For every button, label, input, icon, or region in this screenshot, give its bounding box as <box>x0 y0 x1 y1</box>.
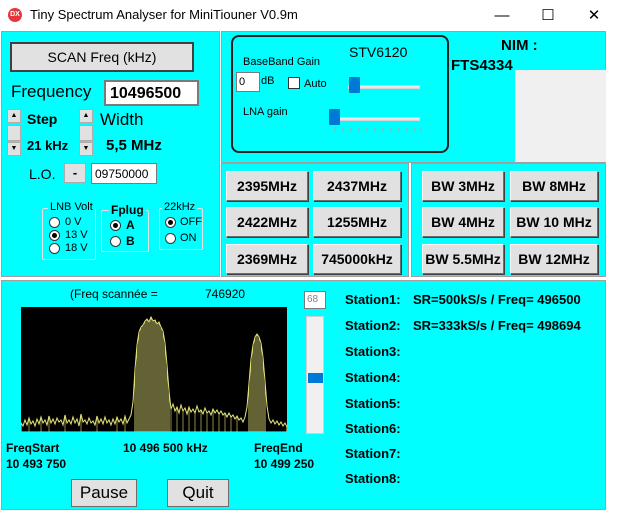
station-2-label: Station2: <box>345 318 401 333</box>
title-bar: DX Tiny Spectrum Analyser for MiniTioune… <box>0 0 619 31</box>
station-3-label: Station3: <box>345 344 401 359</box>
baseband-gain-label: BaseBand Gain <box>243 56 321 68</box>
freq-preset-panel: 2395MHz 2437MHz 2422MHz 1255MHz 2369MHz … <box>221 163 409 277</box>
khz22-off-radio[interactable] <box>165 217 176 228</box>
width-label: Width <box>100 110 144 129</box>
bw-5-5mhz-button[interactable]: BW 5.5MHz <box>422 244 504 274</box>
lnb-13v-radio[interactable] <box>49 230 60 241</box>
station-1-value: SR=500kS/s / Freq= 496500 <box>413 292 581 307</box>
bandwidth-panel: BW 3MHz BW 8MHz BW 4MHz BW 10 MHz BW 5.5… <box>411 163 606 277</box>
preset-745000khz-button[interactable]: 745000kHz <box>313 244 401 274</box>
spectrum-panel: (Freq scannée = 746920 68 FreqStart 10 4… <box>1 280 606 510</box>
khz22-off-label: OFF <box>180 216 202 228</box>
center-freq-value: 10 496 500 kHz <box>123 441 208 455</box>
fplug-a-label: A <box>126 218 135 232</box>
width-middle[interactable] <box>79 125 93 141</box>
bw-4mhz-button[interactable]: BW 4MHz <box>422 207 504 237</box>
bw-12mhz-button[interactable]: BW 12MHz <box>510 244 598 274</box>
bw-10mhz-button[interactable]: BW 10 MHz <box>510 207 598 237</box>
width-value: 5,5 MHz <box>106 137 162 154</box>
lna-slider-track[interactable] <box>334 117 420 121</box>
maximize-button[interactable]: ☐ <box>525 0 571 31</box>
auto-label: Auto <box>304 78 327 90</box>
spectrum-display <box>21 307 287 432</box>
lna-gain-label: LNA gain <box>243 106 288 118</box>
freq-scanned-label: (Freq scannée = <box>70 287 158 301</box>
station-8-label: Station8: <box>345 471 401 486</box>
lnb-13v-label: 13 V <box>65 229 88 241</box>
baseband-slider-thumb[interactable] <box>349 77 360 93</box>
preset-2437mhz-button[interactable]: 2437MHz <box>313 171 401 201</box>
control-panel: SCAN Freq (kHz) Frequency 10496500 ▲ ▼ S… <box>1 31 220 277</box>
pause-button[interactable]: Pause <box>71 479 137 507</box>
nim-model: FTS4334 <box>451 57 513 74</box>
stv-gain-box <box>231 35 449 153</box>
freq-start-value: 10 493 750 <box>6 457 67 471</box>
tuner-panel: STV6120 BaseBand Gain 0 dB Auto LNA gain… <box>221 31 606 163</box>
lo-input[interactable]: 09750000 <box>91 163 157 184</box>
step-down-button[interactable]: ▼ <box>7 142 21 156</box>
step-middle[interactable] <box>7 125 21 141</box>
db-label: dB <box>261 75 275 87</box>
window-title: Tiny Spectrum Analyser for MiniTiouner V… <box>30 7 298 22</box>
lo-sign-button[interactable]: - <box>64 163 86 183</box>
nim-info-area <box>515 70 606 162</box>
khz22-title: 22kHz <box>162 201 198 213</box>
stv-chip-label: STV6120 <box>349 44 408 60</box>
lnb-18v-radio[interactable] <box>49 243 60 254</box>
level-input[interactable]: 68 <box>304 291 326 309</box>
width-up-button[interactable]: ▲ <box>79 109 93 123</box>
lnb-volt-title: LNB Volt <box>48 201 95 213</box>
lna-slider-thumb[interactable] <box>329 109 340 125</box>
step-label: Step <box>27 111 58 127</box>
preset-1255mhz-button[interactable]: 1255MHz <box>313 207 401 237</box>
scan-freq-button[interactable]: SCAN Freq (kHz) <box>10 42 194 72</box>
station-4-label: Station4: <box>345 370 401 385</box>
station-2-value: SR=333kS/s / Freq= 498694 <box>413 318 581 333</box>
fplug-title: Fplug <box>109 203 146 217</box>
freq-start-label: FreqStart <box>6 441 60 455</box>
lnb-0v-radio[interactable] <box>49 217 60 228</box>
lna-slider-ticks <box>334 127 422 132</box>
preset-2395mhz-button[interactable]: 2395MHz <box>226 171 308 201</box>
preset-2422mhz-button[interactable]: 2422MHz <box>226 207 308 237</box>
fplug-a-radio[interactable] <box>110 220 121 231</box>
preset-2369mhz-button[interactable]: 2369MHz <box>226 244 308 274</box>
station-5-label: Station5: <box>345 396 401 411</box>
station-7-label: Station7: <box>345 446 401 461</box>
fplug-b-label: B <box>126 234 135 248</box>
frequency-label: Frequency <box>11 82 92 101</box>
width-down-button[interactable]: ▼ <box>79 142 93 156</box>
freq-end-label: FreqEnd <box>254 441 303 455</box>
nim-label: NIM : <box>501 37 538 54</box>
lnb-18v-label: 18 V <box>65 242 88 254</box>
freq-scanned-value: 746920 <box>205 287 246 301</box>
app-icon: DX <box>8 8 22 22</box>
level-slider-thumb[interactable] <box>308 373 323 383</box>
step-up-button[interactable]: ▲ <box>7 109 21 123</box>
frequency-input[interactable]: 10496500 <box>104 80 199 106</box>
auto-checkbox[interactable] <box>288 77 300 89</box>
station-6-label: Station6: <box>345 421 401 436</box>
baseband-gain-input[interactable]: 0 <box>236 72 260 92</box>
quit-button[interactable]: Quit <box>167 479 229 507</box>
bw-8mhz-button[interactable]: BW 8MHz <box>510 171 598 201</box>
bw-3mhz-button[interactable]: BW 3MHz <box>422 171 504 201</box>
lnb-0v-label: 0 V <box>65 216 82 228</box>
station-1-label: Station1: <box>345 292 401 307</box>
minimize-button[interactable]: — <box>479 0 525 31</box>
close-button[interactable]: ✕ <box>571 0 617 31</box>
freq-end-value: 10 499 250 <box>254 457 315 471</box>
khz22-on-radio[interactable] <box>165 233 176 244</box>
fplug-b-radio[interactable] <box>110 236 121 247</box>
lo-label: L.O. <box>29 166 56 182</box>
step-value: 21 kHz <box>27 138 69 153</box>
khz22-on-label: ON <box>180 232 197 244</box>
